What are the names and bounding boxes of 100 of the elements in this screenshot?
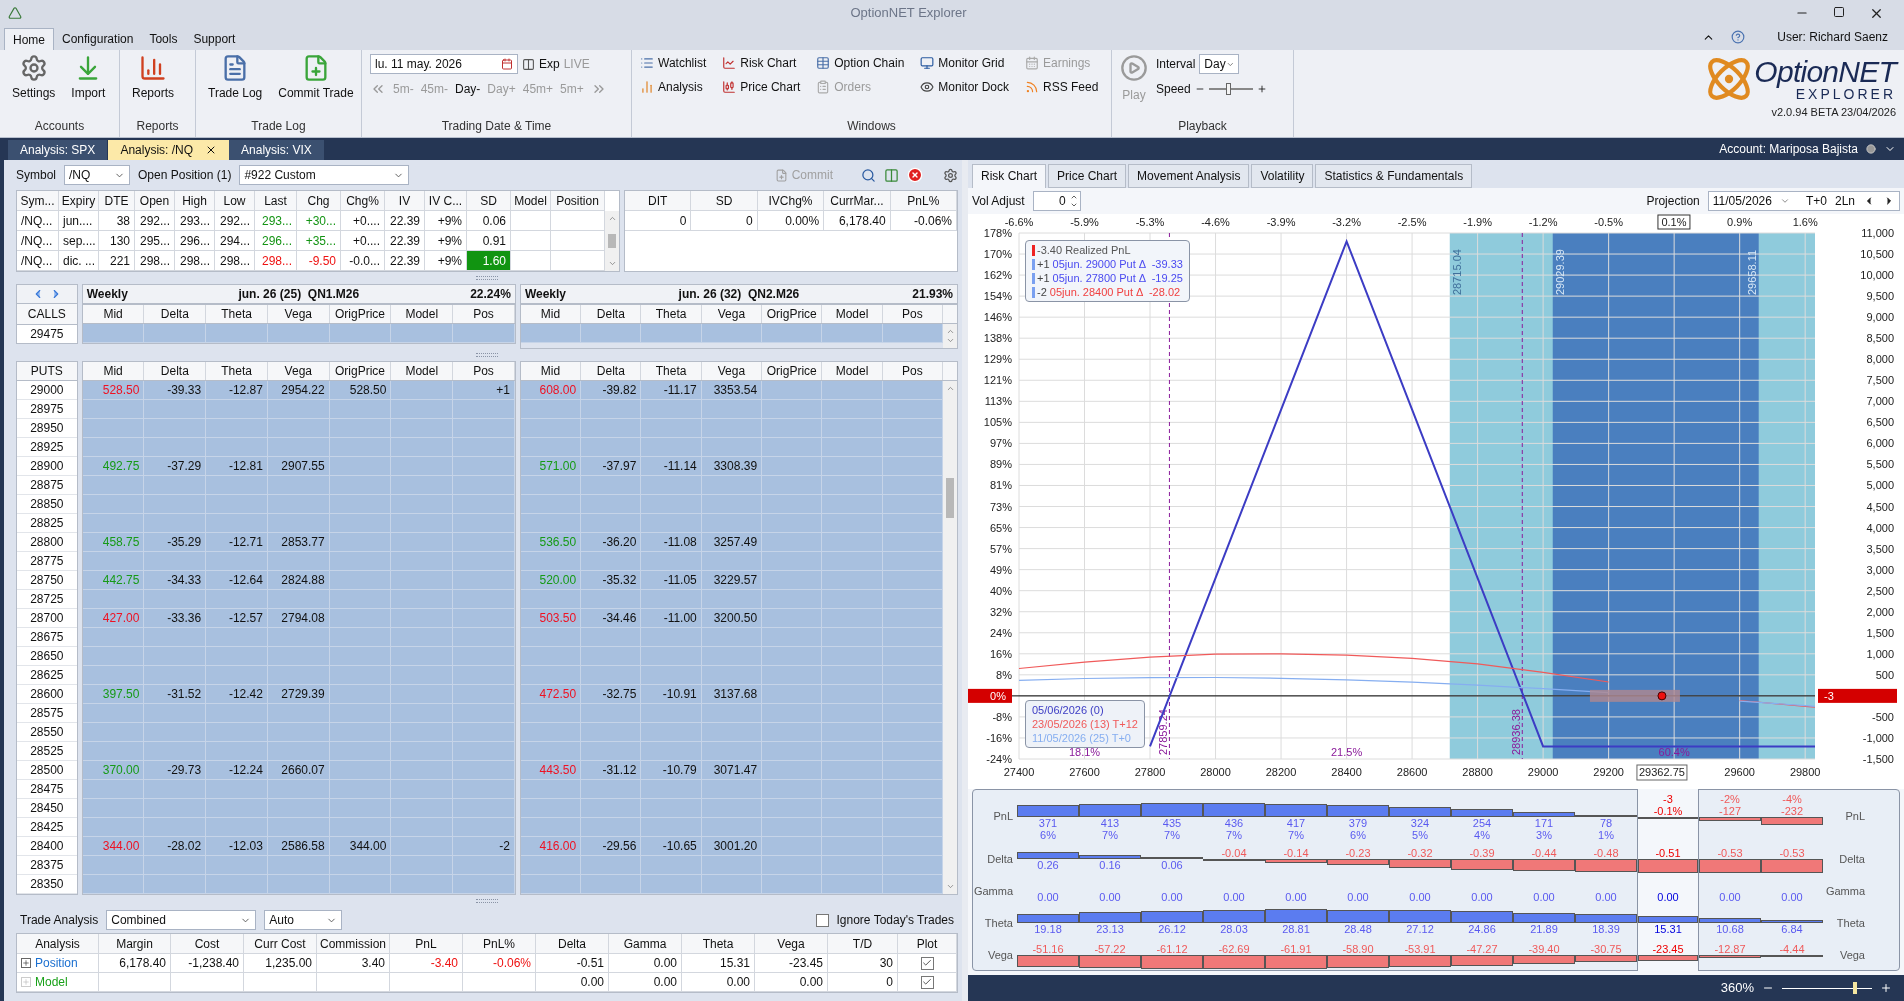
position-dropdown[interactable]: #922 Custom	[239, 165, 410, 185]
axis-label: 8,000	[1866, 353, 1894, 366]
axis-label: 2,000	[1866, 606, 1894, 619]
step-button[interactable]: Day-	[455, 80, 481, 98]
chart-tab[interactable]: Volatility	[1251, 163, 1314, 188]
column-header: Theta	[206, 362, 268, 380]
axis-label: 28800	[1462, 766, 1493, 779]
strike-cell: 28475	[17, 780, 77, 799]
expiry-date: jun. 26 (32) QN2.M26	[678, 286, 800, 303]
table-cell: 0	[691, 211, 758, 231]
offset-label: T+0	[1804, 193, 1827, 210]
window-button[interactable]: Monitor Dock	[920, 78, 1009, 96]
column-header: High	[175, 191, 215, 211]
column-header: Cost	[171, 934, 244, 954]
window-button[interactable]: Price Chart	[722, 78, 801, 96]
axis-label: -1.9%	[1463, 216, 1492, 229]
column-header: Chg	[297, 191, 341, 211]
date-field[interactable]: lu. 11 may. 2026	[370, 54, 518, 74]
table-cell: +9%	[425, 231, 467, 251]
table-cell: +30...	[297, 211, 341, 231]
axis-label: -3.2%	[1332, 216, 1361, 229]
greek-value: -61.91	[1279, 943, 1313, 956]
analysis-link[interactable]: Model	[35, 973, 68, 991]
greek-value: -58.90	[1341, 943, 1375, 956]
greek-label: Delta	[1838, 852, 1866, 868]
analysis-link[interactable]: Position	[35, 954, 78, 972]
cursor-move-label: 0.1%	[1657, 214, 1691, 230]
greek-value: 0.06	[1160, 859, 1184, 872]
column-header: Theta	[641, 362, 702, 380]
ribbon-button[interactable]: Commit Trade	[274, 54, 358, 102]
chart-tab[interactable]: Statistics & Fundamentals	[1315, 163, 1473, 188]
checkbox-label: Ignore Today's Trades	[836, 912, 954, 929]
strike-cell: 28675	[17, 628, 77, 647]
window-button[interactable]: Risk Chart	[722, 54, 801, 72]
column-header: Model	[822, 362, 883, 380]
axis-label: -2.5%	[1397, 216, 1427, 229]
menu-tab[interactable]: Configuration	[54, 28, 142, 50]
window-button[interactable]: RSS Feed	[1025, 78, 1099, 96]
axis-label: 146%	[983, 311, 1012, 324]
window-button[interactable]: Monitor Grid	[920, 54, 1009, 72]
window-button[interactable]: Watchlist	[640, 54, 707, 72]
ribbon-button[interactable]: Import	[67, 54, 110, 102]
strike-cell: 29000	[17, 381, 77, 400]
axis-label: 32%	[989, 606, 1012, 619]
document-tab[interactable]: Analysis: SPX	[8, 140, 109, 160]
vol-adjust-spinner[interactable]: 0	[1032, 191, 1081, 211]
greek-value: -47.27	[1465, 943, 1499, 956]
greek-label: Vega	[1838, 948, 1866, 964]
table-cell: -0.06%	[463, 954, 536, 973]
axis-label: 57%	[989, 542, 1012, 555]
legend-entry: 05/06/2026 (0)	[1032, 703, 1105, 718]
ribbon-button[interactable]: Trade Log	[204, 54, 267, 102]
auto-dropdown[interactable]: Auto	[264, 910, 343, 930]
menu-tab[interactable]: Tools	[141, 28, 186, 50]
window-button[interactable]: Option Chain	[816, 54, 905, 72]
greek-label: Gamma	[973, 884, 1014, 900]
legend-entry: 23/05/2026 (13) T+12	[1032, 717, 1138, 732]
greek-value: 28.48	[1343, 923, 1373, 936]
axis-label: 105%	[983, 416, 1012, 429]
window-button[interactable]: Analysis	[640, 78, 707, 96]
table-cell: 294...	[215, 231, 255, 251]
greek-value: 0.26	[1036, 859, 1060, 872]
table-cell: 15.31	[682, 954, 755, 973]
chart-tab[interactable]: Movement Analysis	[1128, 163, 1250, 188]
greek-value: -0.14	[1282, 847, 1310, 860]
axis-label: 154%	[983, 290, 1012, 303]
symbol-dropdown[interactable]: /NQ	[64, 165, 130, 185]
ribbon-button[interactable]: Reports	[128, 54, 179, 102]
document-tab[interactable]: Analysis: VIX	[229, 140, 325, 160]
projection-date[interactable]: 11/05/2026	[1712, 192, 1772, 210]
greek-value: 24.86	[1467, 923, 1497, 936]
greek-value: 0.00	[1408, 891, 1432, 904]
greek-value: -4.44	[1778, 943, 1806, 956]
menu-tab[interactable]: Support	[185, 28, 244, 50]
axis-label: 178%	[983, 227, 1012, 240]
logo-subtitle: EXPLORER	[1795, 87, 1896, 101]
greek-label: Theta	[1835, 916, 1866, 932]
menu-tab[interactable]: Home	[4, 28, 54, 50]
table-cell: 6,178.40	[99, 954, 171, 973]
chart-tab[interactable]: Risk Chart	[972, 163, 1046, 188]
axis-label: 2,500	[1866, 585, 1894, 597]
column-header: Expiry	[59, 191, 99, 211]
column-header: DIT	[625, 191, 692, 211]
column-header: Pos	[882, 305, 943, 323]
greek-value: -0.53	[1778, 847, 1806, 860]
chart-tab[interactable]: Price Chart	[1048, 163, 1127, 188]
axis-label: 1,000	[1866, 648, 1894, 661]
mode-dropdown[interactable]: Combined	[106, 910, 257, 930]
column-header: Delta	[581, 305, 642, 323]
greek-value: 28.81	[1281, 923, 1311, 936]
table-cell: 298...	[135, 251, 175, 271]
greek-value: 171 3%	[1533, 817, 1555, 842]
document-tab[interactable]: Analysis: /NQ	[108, 140, 230, 160]
column-header: OrigPrice	[329, 362, 392, 380]
interval-dropdown[interactable]: Day	[1199, 54, 1240, 74]
ribbon-button[interactable]: Settings	[8, 54, 60, 102]
strike-cell: 28925	[17, 438, 77, 457]
greek-label: Gamma	[1824, 884, 1866, 900]
strike-cell: 28850	[17, 495, 77, 514]
greek-value: -39.40	[1527, 943, 1561, 956]
